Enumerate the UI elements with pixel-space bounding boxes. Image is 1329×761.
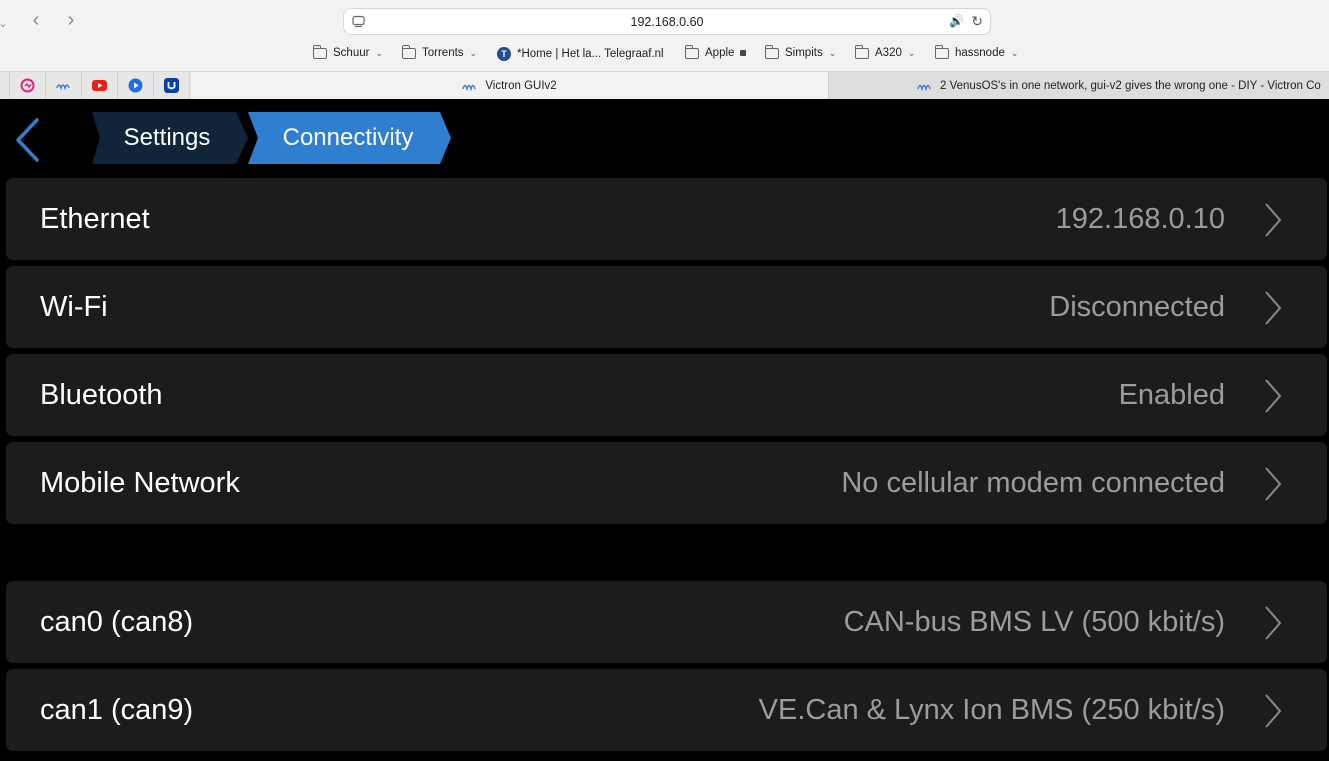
pinned-tab[interactable] [154, 72, 190, 99]
row-label: Bluetooth [40, 379, 163, 411]
bookmark-label: Torrents [422, 47, 464, 59]
row-label: Ethernet [40, 203, 150, 235]
list-item-ethernet[interactable]: Ethernet 192.168.0.10 [6, 178, 1327, 260]
pinned-tab[interactable] [0, 72, 10, 99]
breadcrumb-connectivity[interactable]: Connectivity [244, 112, 452, 164]
bookmark-label: A320 [875, 47, 902, 59]
chevron-right-icon [1265, 467, 1282, 501]
chevron-right-icon [1265, 203, 1282, 237]
victron-logo-icon [917, 84, 931, 91]
tab-victron-gui[interactable]: Victron GUIv2 [191, 72, 828, 99]
bookmark-a320[interactable]: A320 ⌄ [855, 44, 916, 59]
back-nav-button[interactable]: ‹ [25, 10, 47, 32]
victron-logo-icon [56, 84, 70, 91]
youtube-icon [92, 80, 107, 91]
bookmarks-bar: Schuur ⌄ Torrents ⌄ T *Home | Het la... … [0, 44, 1329, 66]
list-item-can0[interactable]: can0 (can8) CAN-bus BMS LV (500 kbit/s) [6, 581, 1327, 663]
breadcrumb-settings[interactable]: Settings [86, 112, 248, 164]
chevron-right-icon [1265, 606, 1282, 640]
folder-icon [313, 44, 327, 59]
row-value: Disconnected [1049, 291, 1225, 323]
row-value: No cellular modem connected [841, 467, 1225, 499]
list-item-mobile-network[interactable]: Mobile Network No cellular modem connect… [6, 442, 1327, 524]
reload-icon[interactable]: ↻ [971, 13, 983, 30]
victron-logo-icon [462, 84, 476, 91]
row-value: 192.168.0.10 [1055, 203, 1225, 235]
folder-icon [855, 44, 869, 59]
row-value: CAN-bus BMS LV (500 kbit/s) [843, 606, 1225, 638]
pinned-tab[interactable] [10, 72, 46, 99]
pinned-tab[interactable] [46, 72, 82, 99]
ubiquiti-icon [164, 78, 179, 93]
row-value: Enabled [1118, 379, 1225, 411]
bookmark-label: *Home | Het la... Telegraaf.nl [517, 48, 664, 60]
chevron-right-icon [1265, 694, 1282, 728]
bookmark-telegraaf[interactable]: T *Home | Het la... Telegraaf.nl [497, 47, 664, 61]
url-text: 192.168.0.60 [630, 15, 704, 29]
play-icon [128, 78, 143, 93]
pinned-site-icon [20, 78, 35, 93]
breadcrumb-label: Settings [123, 124, 211, 151]
chevron-down-icon: ⌄ [469, 47, 478, 58]
bookmark-hassnode[interactable]: hassnode ⌄ [935, 44, 1019, 59]
tab-title: 2 VenusOS's in one network, gui-v2 gives… [940, 79, 1321, 92]
victron-gui-page: Settings Connectivity Ethernet 192.168.0… [0, 99, 1329, 761]
address-bar[interactable]: 192.168.0.60 🔊 ↻ [343, 8, 991, 35]
folder-icon [685, 44, 699, 59]
chevron-down-icon: ⌄ [375, 47, 383, 58]
sidebar-chevron-icon[interactable]: ⌄ [0, 14, 14, 36]
bookmark-label: hassnode [955, 47, 1005, 59]
bookmark-schuur[interactable]: Schuur ⌄ [313, 44, 383, 59]
row-value: VE.Can & Lynx Ion BMS (250 kbit/s) [758, 694, 1225, 726]
breadcrumb-label: Connectivity [282, 124, 414, 151]
bookmark-label: Apple [705, 47, 735, 59]
row-label: can1 (can9) [40, 694, 194, 726]
bookmark-label: Simpits [785, 47, 823, 59]
forward-nav-button[interactable]: › [60, 10, 82, 32]
folder-icon [765, 44, 779, 59]
apple-logo-icon [740, 50, 747, 56]
tab-bar: Victron GUIv2 2 VenusOS's in one network… [0, 71, 1329, 99]
back-chevron-icon[interactable] [12, 117, 42, 163]
bookmark-torrents[interactable]: Torrents ⌄ [402, 44, 478, 59]
audio-playing-icon[interactable]: 🔊 [949, 14, 964, 28]
bookmark-label: Schuur [333, 47, 370, 59]
chevron-right-icon [1265, 291, 1282, 325]
tab-victron-community[interactable]: 2 VenusOS's in one network, gui-v2 gives… [828, 72, 1329, 99]
row-label: Wi-Fi [40, 291, 108, 323]
telegraaf-icon: T [497, 47, 511, 61]
chevron-down-icon: ⌄ [1010, 47, 1019, 58]
pinned-tab[interactable] [118, 72, 154, 99]
row-label: can0 (can8) [40, 606, 194, 638]
chevron-down-icon: ⌄ [907, 47, 916, 58]
chevron-down-icon: ⌄ [828, 47, 837, 58]
list-item-wifi[interactable]: Wi-Fi Disconnected [6, 266, 1327, 348]
folder-icon [402, 44, 416, 59]
tab-title: Victron GUIv2 [485, 79, 557, 92]
pinned-tab[interactable] [82, 72, 118, 99]
list-item-bluetooth[interactable]: Bluetooth Enabled [6, 354, 1327, 436]
folder-icon [935, 44, 949, 59]
list-item-can1[interactable]: can1 (can9) VE.Can & Lynx Ion BMS (250 k… [6, 669, 1327, 751]
row-label: Mobile Network [40, 467, 240, 499]
bookmark-apple[interactable]: Apple [685, 44, 747, 59]
bookmark-simpits[interactable]: Simpits ⌄ [765, 44, 837, 59]
browser-chrome: ⌄ ‹ › 192.168.0.60 🔊 ↻ Schuur ⌄ Torrents… [0, 0, 1329, 99]
chevron-right-icon [1265, 379, 1282, 413]
